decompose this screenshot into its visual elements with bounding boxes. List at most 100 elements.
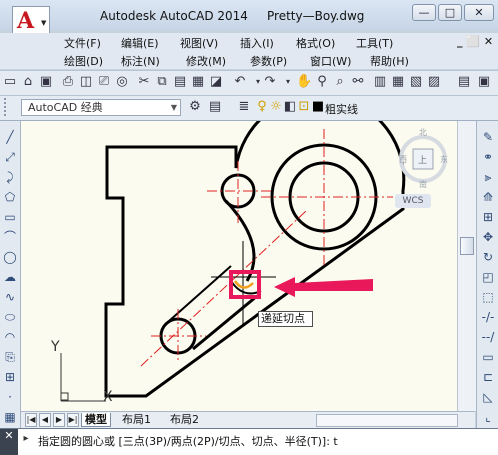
rectangle-icon[interactable]: ▭ [2,209,18,225]
scrollbar-thumb[interactable] [460,237,474,255]
tool-palettes-icon[interactable]: ▧ [408,74,424,90]
close-button[interactable]: ✕ [464,4,494,21]
workspace-value: AutoCAD 经典 [28,101,103,114]
array-icon[interactable]: ⊞ [480,209,496,225]
last-tab-button[interactable]: ▶| [67,413,79,427]
tab-layout1[interactable]: 布局1 [119,413,154,426]
copy-icon[interactable]: ⧉ [154,74,170,90]
extend-icon[interactable]: --/ [480,329,496,345]
chamfer-icon[interactable]: ◺ [480,389,496,405]
help-icon[interactable]: ▣ [476,74,492,90]
3d-publish-icon[interactable]: ◎ [114,74,130,90]
drawing-canvas[interactable]: Y X 上 北 西 东 南 [21,121,457,411]
document-window-controls[interactable]: _ ⬜ ✕ [457,35,493,48]
undo-icon[interactable]: ↶ [232,74,248,90]
point-icon[interactable]: · [2,389,18,405]
command-line[interactable]: ✕ ▸ 指定圆的圆心或 [三点(3P)/两点(2P)/切点、切点、半径(T)]:… [0,428,498,455]
minimize-button[interactable]: — [412,4,436,21]
menu-edit[interactable]: 编辑(E) [121,35,159,51]
prev-tab-button[interactable]: ◀ [39,413,51,427]
scale-icon[interactable]: ◰ [480,269,496,285]
fillet-icon[interactable]: ⌞ [480,409,496,425]
open-file-icon[interactable]: ⌂ [20,74,36,90]
rotate-icon[interactable]: ↻ [480,249,496,265]
publish-icon[interactable]: ⎚ [96,74,112,90]
print-icon[interactable]: ⎙ [60,74,76,90]
maximize-button[interactable]: □ [438,4,462,21]
next-tab-button[interactable]: ▶ [53,413,65,427]
print-preview-icon[interactable]: ◫ [78,74,94,90]
break-icon[interactable]: ▭ [480,349,496,365]
ellipse-arc-icon[interactable]: ◠ [2,329,18,345]
zoom-window-icon[interactable]: ⌕ [332,74,348,90]
circle-icon[interactable]: ◯ [2,249,18,265]
offset-icon[interactable]: ⟰ [480,189,496,205]
arc-icon[interactable]: ⌒ [2,229,18,245]
menu-window[interactable]: 窗口(W) [310,53,351,69]
save-icon[interactable]: ▣ [38,74,54,90]
redo-dropdown-icon[interactable]: ▾ [280,74,296,90]
title-bar: A ▼ Autodesk AutoCAD 2014 Pretty—Boy.dwg… [0,0,498,36]
menu-file[interactable]: 文件(F) [64,35,101,51]
redo-icon[interactable]: ↷ [262,74,278,90]
copy-object-icon[interactable]: ⚭ [480,149,496,165]
menu-draw[interactable]: 绘图(D) [64,53,103,69]
erase-icon[interactable]: ✎ [480,129,496,145]
viewcube-face-label: 上 [418,155,427,166]
menu-format[interactable]: 格式(O) [296,35,335,51]
modify-toolbar: ✎ ⚭ ⫸ ⟰ ⊞ ✥ ↻ ◰ ⬚ -/- --/ ▭ ⊏ ◺ ⌞ [476,121,498,439]
current-layer-name[interactable]: 粗实线 [325,101,358,117]
workspace-select[interactable]: AutoCAD 经典 ▼ [21,99,181,116]
hatch-icon[interactable]: ▦ [2,409,18,425]
ucs-y-label: Y [50,339,60,355]
sheet-set-icon[interactable]: ▨ [426,74,442,90]
line-icon[interactable]: ╱ [2,129,18,145]
zoom-realtime-icon[interactable]: ⚲ [314,74,330,90]
first-tab-button[interactable]: |◀ [25,413,37,427]
layer-color-swatch[interactable]: ■ [310,99,326,115]
customize-icon[interactable]: ▤ [207,99,223,115]
polyline-icon[interactable]: ⤸ [2,169,18,185]
revision-cloud-icon[interactable]: ☁ [2,269,18,285]
menu-parametric[interactable]: 参数(P) [250,53,287,69]
menu-tools[interactable]: 工具(T) [356,35,393,51]
polygon-icon[interactable]: ⬠ [2,189,18,205]
menu-help[interactable]: 帮助(H) [370,53,409,69]
layer-manager-icon[interactable]: ≣ [236,99,252,115]
paste-icon[interactable]: ▤ [172,74,188,90]
tab-layout2[interactable]: 布局2 [167,413,202,426]
block-editor-icon[interactable]: ◪ [208,74,224,90]
trim-icon[interactable]: -/- [480,309,496,325]
command-prompt-text: 指定圆的圆心或 [三点(3P)/两点(2P)/切点、切点、半径(T)]: t [38,435,338,448]
workspace-settings-icon[interactable]: ⚙ [187,99,203,115]
new-file-icon[interactable]: ▭ [2,74,18,90]
toolbar-grip[interactable] [4,98,10,116]
pan-icon[interactable]: ✋ [296,74,312,90]
join-icon[interactable]: ⊏ [480,369,496,385]
vertical-scrollbar[interactable] [457,121,476,411]
match-properties-icon[interactable]: ▦ [190,74,206,90]
cut-icon[interactable]: ✂ [136,74,152,90]
menu-insert[interactable]: 插入(I) [240,35,274,51]
command-line-grip[interactable]: ✕ [0,429,18,455]
zoom-previous-icon[interactable]: ⚯ [350,74,366,90]
wcs-menu[interactable]: WCS [395,194,431,208]
ellipse-icon[interactable]: ⬭ [2,309,18,325]
calculator-icon[interactable]: ▤ [456,74,472,90]
insert-block-icon[interactable]: ⎘ [2,349,18,365]
tab-model[interactable]: 模型 [81,413,111,427]
construction-line-icon[interactable]: ⤢ [2,149,18,165]
mirror-icon[interactable]: ⫸ [480,169,496,185]
properties-icon[interactable]: ▥ [372,74,388,90]
stretch-icon[interactable]: ⬚ [480,289,496,305]
close-icon[interactable]: ✕ [4,429,13,442]
application-menu-button[interactable]: A ▼ [12,6,50,36]
spline-icon[interactable]: ∿ [2,289,18,305]
horizontal-scrollbar[interactable] [316,414,458,427]
menu-modify[interactable]: 修改(M) [186,53,226,69]
menu-dimension[interactable]: 标注(N) [121,53,160,69]
menu-view[interactable]: 视图(V) [180,35,218,51]
make-block-icon[interactable]: ⊞ [2,369,18,385]
design-center-icon[interactable]: ▦ [390,74,406,90]
move-icon[interactable]: ✥ [480,229,496,245]
